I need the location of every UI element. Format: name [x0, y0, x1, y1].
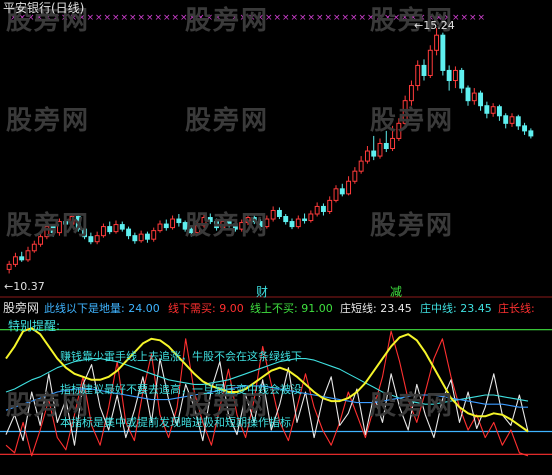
- watermark: 股旁网: [185, 106, 270, 136]
- watermark: 股旁网: [6, 106, 91, 136]
- legend-buy-below: 线下需买: 9.00: [168, 302, 244, 315]
- watermark: 股旁网: [370, 106, 455, 136]
- watermark: 股旁网: [185, 211, 270, 241]
- watermark: 股旁网: [6, 211, 91, 241]
- high-price-label: ←15.24: [414, 19, 455, 32]
- marker-cai: 财: [256, 285, 269, 299]
- chart-window: × × × × × × × × × × × × × × × × × × × × × × × × × × × × × × × × × × × × × × × ×…: [0, 0, 552, 475]
- legend-no-buy-above: 线上不买: 91.00: [250, 302, 333, 315]
- note-line-1: 赚钱靠少雷手线上去追涨，牛股不会在这条绿线下: [60, 350, 302, 363]
- note-line-3: 本指标是集中或提前发现暗进吸和短期操作指标: [60, 416, 291, 429]
- note-line-2: 指标建议最好不要去追高，一旦暴庄变中线会被没: [60, 383, 302, 396]
- legend-long-line: 庄长线:: [498, 302, 535, 315]
- watermark: 股旁网: [370, 211, 455, 241]
- low-price-label: ←10.37: [4, 280, 45, 293]
- indicator-name: 股旁网: [3, 301, 40, 315]
- marker-jian: 减: [390, 285, 403, 299]
- legend-short-line: 庄短线: 23.45: [340, 302, 412, 315]
- watermark: 股旁网: [185, 6, 270, 36]
- note-title: 特别提醒:: [8, 319, 61, 333]
- watermark: 股旁网: [370, 391, 455, 421]
- chart-title: 平安银行(日线): [3, 1, 85, 15]
- legend-mid-line: 庄中线: 23.45: [420, 302, 492, 315]
- legend-ground-volume: 此线以下是地量: 24.00: [44, 302, 160, 315]
